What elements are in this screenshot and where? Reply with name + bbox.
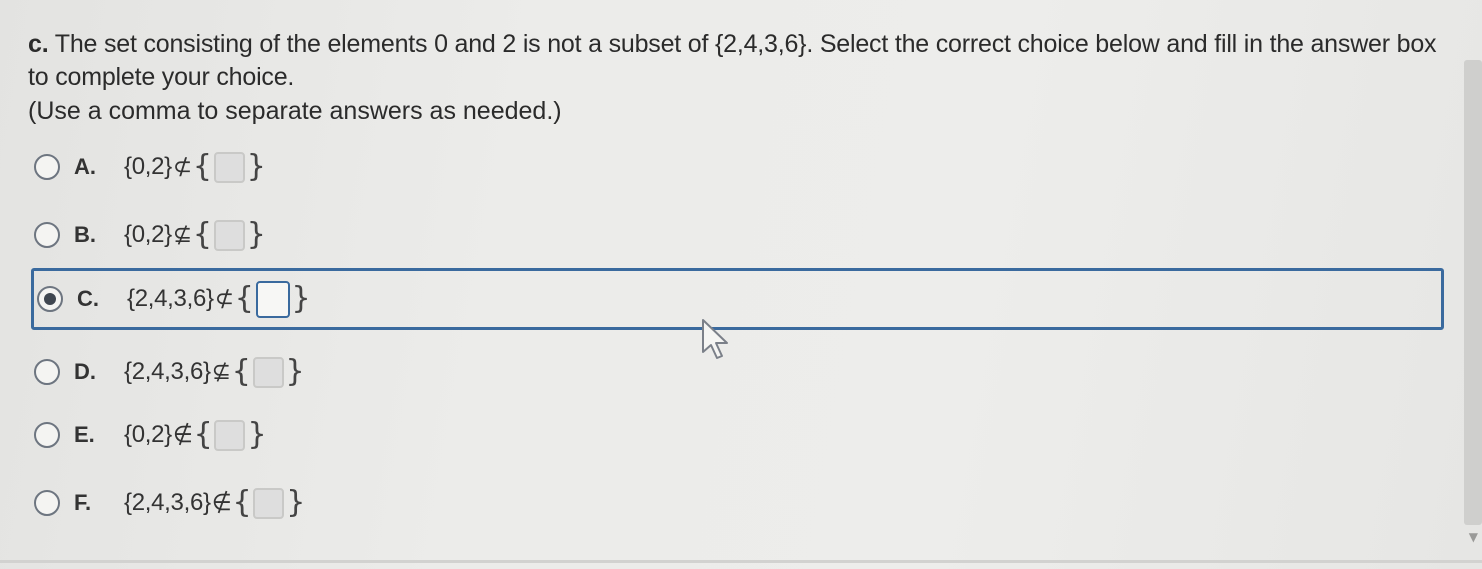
choice-expression: {0,2} ⊄ { } (124, 149, 266, 184)
choice-expression: {0,2} ⊈ { } (124, 217, 266, 252)
relation-symbol: ⊈ (211, 359, 231, 385)
relation-symbol: ⊄ (214, 286, 234, 312)
brace-close: } (247, 417, 267, 452)
choice-a[interactable]: A. {0,2} ⊄ { } (34, 142, 266, 192)
choice-expression: {2,4,3,6} ⊄ { } (127, 280, 311, 318)
radio-button-icon[interactable] (34, 490, 60, 516)
choice-expression: {0,2} ∉ { } (124, 417, 267, 452)
choice-d[interactable]: D. {2,4,3,6} ⊈ { } (34, 347, 305, 397)
brace-close: } (285, 354, 305, 389)
answer-box[interactable] (213, 151, 245, 183)
brace-open: { (192, 217, 212, 252)
choice-expression: {2,4,3,6} ∉ { } (124, 485, 306, 520)
question-text: c. The set consisting of the elements 0 … (28, 28, 1438, 94)
radio-button-icon[interactable] (34, 422, 60, 448)
answer-box[interactable] (252, 356, 284, 388)
choice-letter: D. (74, 359, 96, 384)
choice-letter: B. (74, 222, 96, 247)
choice-letter: E. (74, 422, 95, 447)
scrollbar[interactable] (1464, 60, 1482, 525)
left-set: {2,4,3,6} (124, 489, 211, 516)
radio-button-icon[interactable] (34, 359, 60, 385)
choice-f[interactable]: F. {2,4,3,6} ∉ { } (34, 478, 305, 528)
brace-close: } (291, 281, 311, 316)
divider (0, 560, 1482, 563)
choice-letter: A. (74, 154, 96, 179)
relation-symbol: ∉ (172, 422, 193, 448)
left-set: {2,4,3,6} (124, 358, 211, 385)
relation-symbol: ⊈ (172, 222, 192, 248)
radio-button-icon[interactable] (37, 286, 63, 312)
brace-open: { (192, 149, 212, 184)
choice-letter: F. (74, 490, 92, 515)
brace-close: } (246, 217, 266, 252)
left-set: {0,2} (124, 221, 172, 248)
answer-box[interactable] (255, 280, 290, 318)
brace-open: { (193, 417, 213, 452)
left-set: {2,4,3,6} (127, 285, 214, 312)
answer-box[interactable] (213, 219, 245, 251)
mouse-pointer-icon (700, 318, 734, 367)
choice-b[interactable]: B. {0,2} ⊈ { } (34, 210, 266, 260)
radio-button-icon[interactable] (34, 154, 60, 180)
brace-open: { (232, 485, 252, 520)
relation-symbol: ⊄ (172, 154, 192, 180)
choice-expression: {2,4,3,6} ⊈ { } (124, 354, 305, 389)
brace-open: { (231, 354, 251, 389)
question-body: The set consisting of the elements 0 and… (28, 30, 1437, 91)
question-hint: (Use a comma to separate answers as need… (28, 97, 562, 125)
choice-letter: C. (77, 286, 99, 311)
question-label: c. (28, 30, 49, 58)
brace-open: { (234, 281, 254, 316)
scroll-down-icon[interactable]: ▼ (1469, 530, 1478, 544)
choice-c[interactable]: C. {2,4,3,6} ⊄ { } (31, 268, 1444, 330)
relation-symbol: ∉ (211, 490, 232, 516)
left-set: {0,2} (124, 421, 172, 448)
brace-close: } (286, 485, 306, 520)
answer-box[interactable] (253, 487, 285, 519)
answer-box[interactable] (214, 419, 246, 451)
choice-e[interactable]: E. {0,2} ∉ { } (34, 410, 267, 460)
radio-button-icon[interactable] (34, 222, 60, 248)
left-set: {0,2} (124, 153, 172, 180)
brace-close: } (246, 149, 266, 184)
